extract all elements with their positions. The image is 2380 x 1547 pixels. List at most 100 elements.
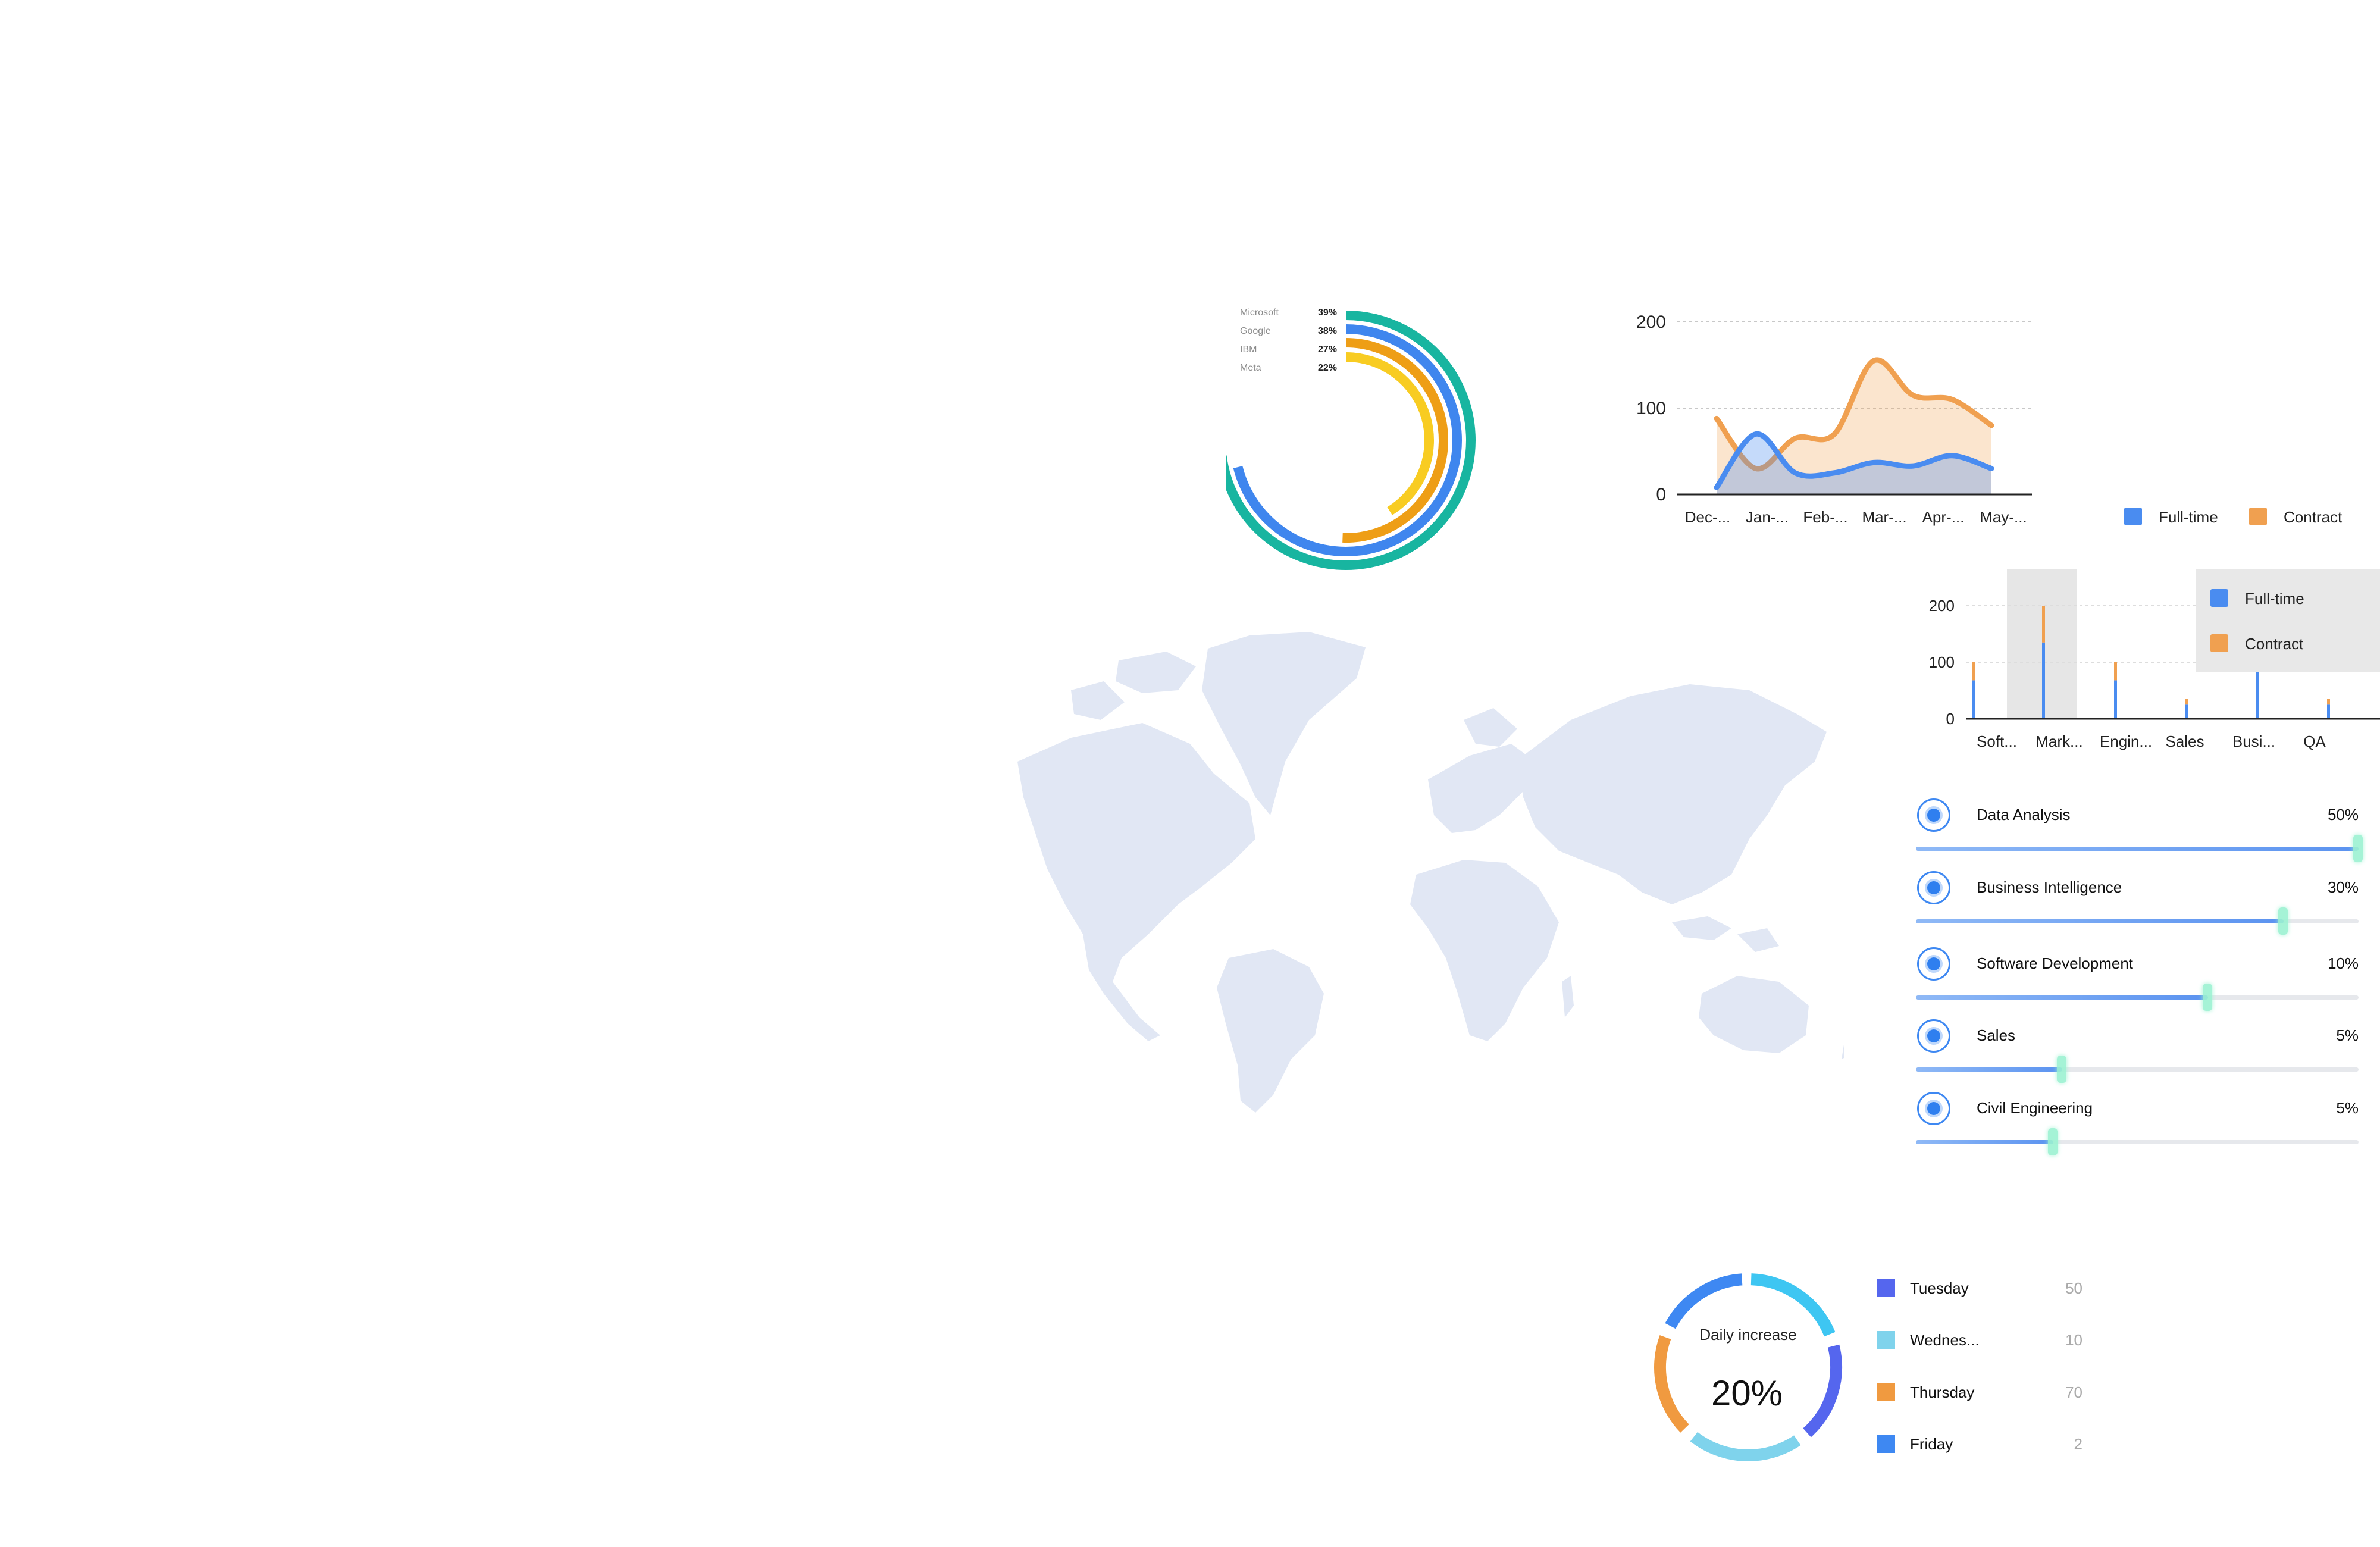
skill-slider-handle[interactable] — [2278, 907, 2288, 935]
bar-full-time — [2185, 704, 2188, 719]
donut-legend-swatch — [1877, 1331, 1895, 1349]
skill-row: Business Intelligence 30% — [1910, 864, 2374, 935]
radio-button[interactable] — [1917, 871, 1950, 904]
skill-slider-track[interactable] — [1916, 907, 2359, 935]
donut-segment-tuesday — [1803, 1344, 1842, 1438]
bar-y-tick: 200 — [1929, 597, 1955, 615]
radial-label: Meta — [1240, 363, 1261, 373]
area-y-tick: 100 — [1636, 399, 1666, 418]
dashboard-canvas: Microsoft 39% Google 38% IBM 27% Meta 22% — [0, 0, 2380, 1547]
radio-dot-icon — [1927, 881, 1940, 894]
radio-dot-icon — [1927, 1029, 1940, 1042]
area-chart: 0 100 200 Dec-... Jan-... Feb-... Mar-... Apr-.… — [1636, 312, 2343, 526]
donut-segment-friday — [1665, 1273, 1743, 1329]
radial-value-label: 39% — [1318, 308, 1337, 318]
bar-y-tick: 100 — [1929, 653, 1955, 671]
skill-slider-list: Data Analysis 50% Business Intelligence 30%… — [1910, 791, 2380, 1160]
bar-legend-swatch-full-time — [2210, 589, 2228, 607]
radio-dot-icon — [1927, 957, 1940, 970]
skill-row: Civil Engineering 5% — [1910, 1085, 2374, 1155]
skill-slider-fill — [1916, 1140, 2053, 1144]
stacked-bar-chart: 0 100 200 Soft... Mark... Engin... Sales Busi..… — [1929, 569, 2380, 750]
radio-button[interactable] — [1917, 947, 1950, 981]
donut-chart: Daily increase 20% Monday100Tuesday50Wed… — [1654, 1273, 2082, 1461]
bar-x-tick: Sales — [2165, 732, 2204, 750]
skill-slider-handle[interactable] — [2056, 1056, 2066, 1083]
skill-slider-track[interactable] — [1916, 1056, 2359, 1083]
donut-segment-wednes — [1690, 1432, 1801, 1461]
area-x-tick: Feb-... — [1803, 508, 1847, 526]
area-x-tick: Jan-... — [1746, 508, 1789, 526]
skill-percent: 10% — [2327, 954, 2359, 972]
radio-button[interactable] — [1917, 1019, 1950, 1053]
area-y-tick: 200 — [1636, 312, 1666, 332]
skill-percent: 50% — [2327, 806, 2359, 823]
bar-legend-label: Full-time — [2245, 590, 2304, 607]
radial-value-label: 27% — [1318, 345, 1337, 355]
world-map — [1017, 632, 1844, 1113]
radial-bar-chart: Microsoft 39% Google 38% IBM 27% Meta 22% — [1226, 308, 1476, 570]
skill-slider-fill — [1916, 995, 2209, 1000]
donut-title: Daily increase — [1699, 1326, 1796, 1344]
radial-value-label: 38% — [1318, 326, 1337, 336]
bar-contract — [2185, 699, 2188, 705]
skill-percent: 5% — [2336, 1026, 2359, 1044]
skill-row: Software Development 10% — [1910, 940, 2374, 1011]
bar-x-tick: QA — [2303, 732, 2326, 750]
donut-legend-swatch — [1877, 1435, 1895, 1453]
skill-slider-handle[interactable] — [2047, 1128, 2058, 1155]
legend-swatch-full-time — [2124, 508, 2142, 525]
bar-x-tick: Engin... — [2100, 732, 2152, 750]
area-y-tick: 0 — [1656, 485, 1666, 505]
radial-label: Microsoft — [1240, 308, 1279, 318]
skill-slider-handle[interactable] — [2353, 835, 2363, 862]
donut-legend-label: Tuesday — [1910, 1279, 1969, 1297]
skill-slider-track[interactable] — [1916, 984, 2359, 1011]
radio-dot-icon — [1927, 1102, 1940, 1115]
bar-legend-box — [2196, 569, 2380, 672]
radio-button[interactable] — [1917, 798, 1950, 832]
bar-x-tick: Mark... — [2035, 732, 2082, 750]
donut-segment-thursday — [1654, 1335, 1689, 1433]
bar-contract — [2114, 662, 2117, 681]
bar-x-tick: Soft... — [1977, 732, 2017, 750]
donut-legend-value: 70 — [2065, 1383, 2082, 1401]
radial-value-label: 22% — [1318, 363, 1337, 373]
skill-slider-track[interactable] — [1916, 835, 2363, 862]
skill-slider-fill — [1916, 919, 2284, 923]
bar-legend-label: Contract — [2245, 635, 2304, 653]
donut-legend-swatch — [1877, 1383, 1895, 1401]
bar-full-time — [2114, 680, 2117, 719]
area-legend-label: Contract — [2284, 508, 2343, 526]
radial-label: Google — [1240, 326, 1271, 336]
skill-slider-handle[interactable] — [2203, 984, 2213, 1011]
skill-row: Data Analysis 50% — [1910, 791, 2374, 862]
donut-legend-label: Wednes... — [1910, 1331, 1980, 1349]
skill-label: Software Development — [1977, 954, 2134, 972]
area-x-tick: May-... — [1980, 508, 2027, 526]
donut-legend-swatch — [1877, 1279, 1895, 1297]
skill-slider-track[interactable] — [1916, 1128, 2359, 1155]
radial-label: IBM — [1240, 345, 1257, 355]
bar-y-tick: 0 — [1946, 710, 1955, 728]
donut-legend-value: 10 — [2065, 1331, 2082, 1349]
legend-swatch-contract — [2249, 508, 2267, 525]
radial-arc-google — [1233, 324, 1463, 556]
bar-x-tick: Busi... — [2232, 732, 2275, 750]
skill-slider-fill — [1916, 1067, 2062, 1072]
bar-contract — [1972, 662, 1975, 681]
skill-percent: 5% — [2336, 1099, 2359, 1117]
skill-slider-fill — [1916, 847, 2359, 851]
radio-dot-icon — [1927, 809, 1940, 822]
bar-contract — [2042, 606, 2045, 643]
skill-percent: 30% — [2327, 878, 2359, 896]
area-legend-label: Full-time — [2159, 508, 2218, 526]
donut-legend-label: Friday — [1910, 1435, 1953, 1453]
map-landmass — [1017, 632, 1844, 1113]
radio-button[interactable] — [1917, 1092, 1950, 1125]
skill-label: Sales — [1977, 1026, 2016, 1044]
bar-full-time — [2327, 704, 2330, 719]
donut-legend-value: 2 — [2074, 1435, 2082, 1453]
bar-hover-highlight — [2007, 569, 2077, 719]
bar-contract — [2327, 699, 2330, 705]
